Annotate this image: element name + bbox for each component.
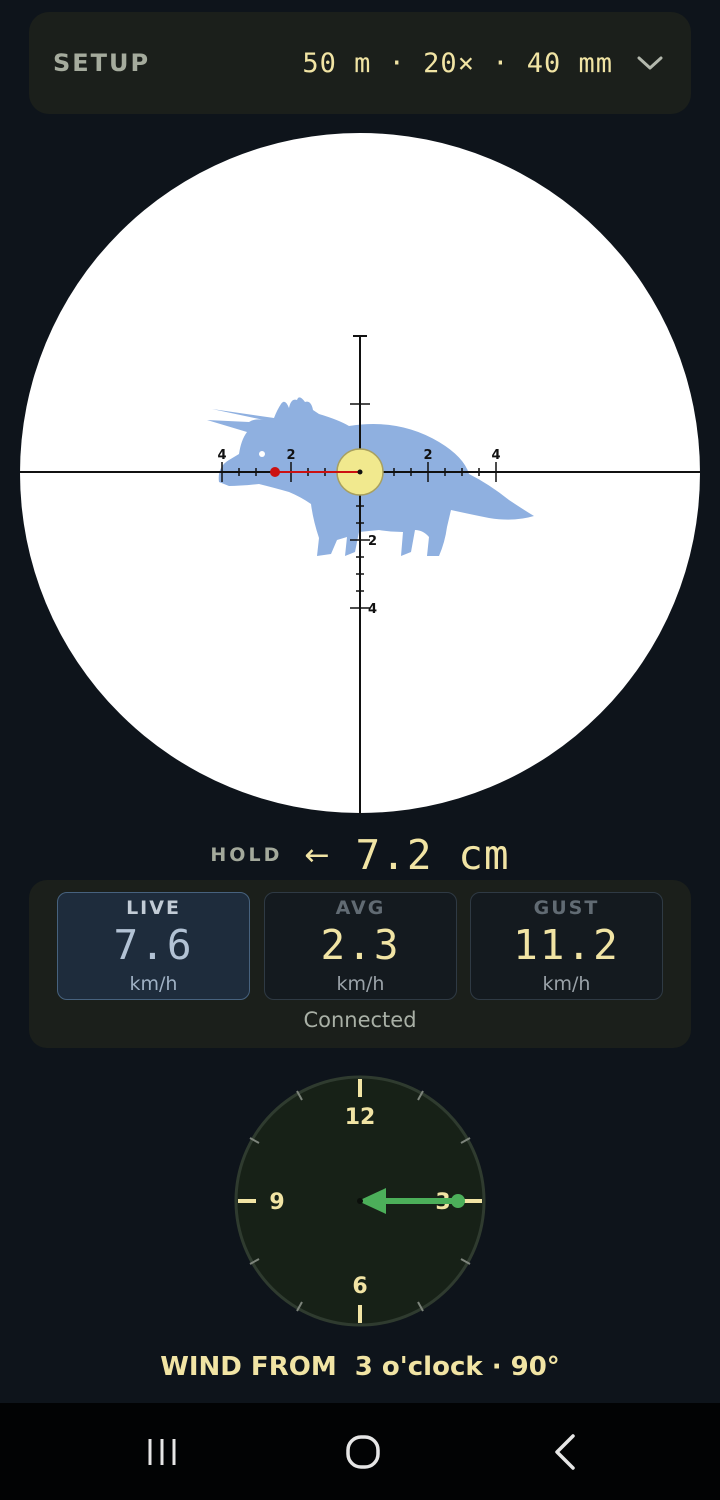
target-eye [259, 451, 265, 457]
clock-numeral-9: 9 [269, 1190, 284, 1215]
connection-status: Connected [303, 1008, 417, 1032]
home-icon[interactable] [333, 1427, 393, 1477]
aim-point [270, 467, 280, 477]
reticle-label-right-2: 2 [423, 448, 432, 463]
wind-clock[interactable]: 12 3 6 9 [233, 1074, 487, 1328]
reticle-label-right-4: 4 [491, 448, 500, 463]
wind-from-label: WIND FROM 3 o'clock · 90° [160, 1352, 560, 1382]
center-dot [357, 469, 363, 475]
clock-numeral-12: 12 [345, 1105, 376, 1130]
clock-numeral-6: 6 [352, 1274, 367, 1299]
wind-card-gust[interactable]: GUST 11.2 km/h [470, 892, 663, 1000]
hold-arrow-left-icon: ← [304, 837, 330, 873]
back-icon[interactable] [535, 1427, 595, 1477]
setup-value: 50 m · 20× · 40 mm [302, 47, 613, 79]
card-unit: km/h [336, 973, 385, 995]
setup-label: SETUP [53, 49, 151, 77]
scope-view[interactable]: 4 2 2 4 2 4 [19, 132, 701, 814]
card-label: LIVE [126, 897, 181, 919]
clock-center [357, 1198, 363, 1204]
chevron-down-icon[interactable] [635, 48, 665, 78]
reticle-label-down-4: 4 [368, 602, 377, 617]
wind-card-live[interactable]: LIVE 7.6 km/h [57, 892, 250, 1000]
card-unit: km/h [542, 973, 591, 995]
card-value: 2.3 [320, 921, 401, 969]
card-label: AVG [335, 897, 386, 919]
wind-card-avg[interactable]: AVG 2.3 km/h [264, 892, 457, 1000]
card-value: 11.2 [513, 921, 620, 969]
reticle-label-left-4: 4 [217, 448, 226, 463]
navigation-bar [0, 1403, 720, 1500]
card-label: GUST [533, 897, 600, 919]
hold-readout: HOLD ← 7.2 cm [0, 828, 720, 882]
wind-panel: LIVE 7.6 km/h AVG 2.3 km/h GUST 11.2 km/… [29, 880, 691, 1048]
reticle-label-left-2: 2 [286, 448, 295, 463]
hold-value: 7.2 cm [355, 831, 510, 879]
reticle-label-down-2: 2 [368, 534, 377, 549]
recents-icon[interactable] [132, 1427, 192, 1477]
card-unit: km/h [129, 973, 178, 995]
hold-label: HOLD [210, 844, 283, 866]
setup-bar[interactable]: SETUP 50 m · 20× · 40 mm [29, 12, 691, 114]
card-value: 7.6 [113, 921, 194, 969]
